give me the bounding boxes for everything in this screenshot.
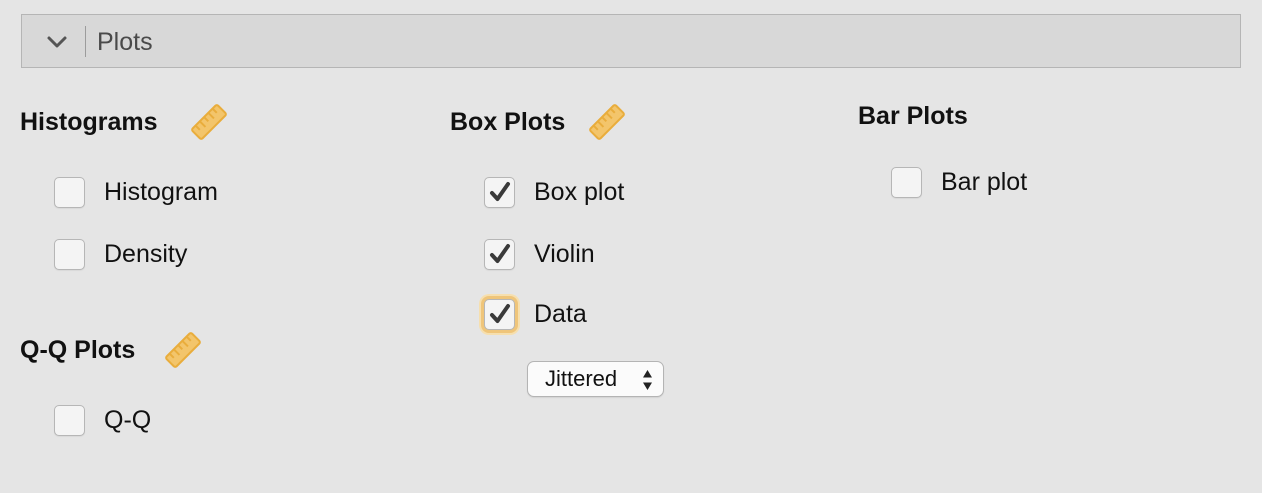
density-label: Density	[104, 240, 188, 268]
violin-label: Violin	[534, 240, 595, 268]
box-plot-checkbox[interactable]	[484, 177, 515, 208]
data-style-select[interactable]: Jittered	[527, 361, 664, 397]
histogram-checkbox[interactable]	[54, 177, 85, 208]
box-plots-title: Box Plots	[450, 108, 566, 136]
data-style-value: Jittered	[545, 366, 618, 391]
ruler-icon	[165, 332, 201, 368]
histogram-label: Histogram	[104, 178, 218, 206]
bar-plots-title: Bar Plots	[858, 102, 968, 130]
qq-label: Q-Q	[104, 406, 152, 434]
checkmark-icon	[490, 182, 510, 201]
bar-plot-label: Bar plot	[941, 168, 1028, 196]
qq-checkbox[interactable]	[54, 405, 85, 436]
chevron-down-icon[interactable]	[46, 34, 68, 50]
data-checkbox[interactable]	[484, 299, 515, 330]
checkmark-icon	[490, 244, 510, 263]
plots-panel-header[interactable]: Plots	[21, 14, 1241, 68]
histograms-title: Histograms	[20, 108, 158, 136]
bar-plot-checkbox[interactable]	[891, 167, 922, 198]
box-plot-label: Box plot	[534, 178, 625, 206]
ruler-icon	[589, 104, 625, 140]
qq-plots-title: Q-Q Plots	[20, 336, 136, 364]
checkmark-icon	[490, 304, 510, 323]
header-separator	[85, 26, 86, 57]
data-label: Data	[534, 300, 587, 328]
panel-title: Plots	[97, 28, 153, 56]
ruler-icon	[191, 104, 227, 140]
up-down-arrows-icon	[643, 370, 652, 390]
violin-checkbox[interactable]	[484, 239, 515, 270]
density-checkbox[interactable]	[54, 239, 85, 270]
